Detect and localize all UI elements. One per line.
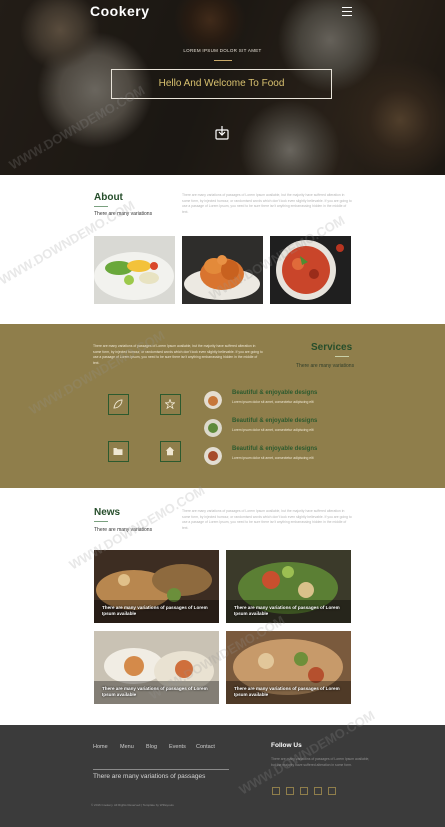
service-folder-icon[interactable] — [108, 441, 129, 462]
service-item-title[interactable]: Beautiful & enjoyable designs — [232, 446, 317, 452]
about-paragraph: There are many variations of passages of… — [182, 193, 352, 214]
news-card-caption: There are many variations of passages of… — [234, 605, 340, 616]
download-arrow-icon[interactable] — [215, 126, 229, 140]
news-title-underline — [94, 521, 108, 522]
footer-nav-home[interactable]: Home — [93, 744, 108, 750]
rss-icon[interactable] — [328, 787, 336, 795]
about-photo-salad — [94, 236, 175, 304]
service-leaf-icon[interactable] — [108, 394, 129, 415]
services-subtitle: There are many variations — [296, 363, 355, 369]
service-item-title[interactable]: Beautiful & enjoyable designs — [232, 418, 317, 424]
service-item-thumbnail — [204, 391, 222, 409]
hero-banner: Cookery LOREM IPSUM DOLOR SIT AMET Hello… — [0, 0, 445, 175]
service-star-icon[interactable] — [160, 394, 181, 415]
footer-tagline: There are many variations of passages — [93, 773, 206, 780]
news-title: News — [94, 507, 121, 518]
about-title-underline — [94, 206, 108, 207]
hero-divider — [214, 60, 232, 61]
footer-nav-contact[interactable]: Contact — [196, 744, 215, 750]
service-item-thumbnail — [204, 419, 222, 437]
facebook-icon[interactable] — [272, 787, 280, 795]
copyright-text: © 2016 Cookery. All Rights Reserved | Te… — [91, 803, 174, 807]
footer-divider — [93, 769, 229, 770]
services-title-underline — [335, 356, 349, 357]
news-paragraph: There are many variations of passages of… — [182, 509, 352, 530]
footer-nav-blog[interactable]: Blog — [146, 744, 157, 750]
about-title: About — [94, 192, 123, 203]
service-item-thumbnail — [204, 447, 222, 465]
news-card-caption: There are many variations of passages of… — [102, 605, 208, 616]
service-item-title[interactable]: Beautiful & enjoyable designs — [232, 390, 317, 396]
google-plus-icon[interactable] — [300, 787, 308, 795]
footer-nav-events[interactable]: Events — [169, 744, 186, 750]
news-card[interactable]: There are many variations of passages of… — [94, 550, 219, 623]
pinterest-icon[interactable] — [314, 787, 322, 795]
news-card-caption: There are many variations of passages of… — [234, 686, 340, 697]
footer-nav-menu[interactable]: Menu — [120, 744, 134, 750]
hamburger-menu-icon[interactable] — [342, 7, 352, 16]
hero-subtitle: LOREM IPSUM DOLOR SIT AMET — [183, 48, 262, 53]
service-item-text: Lorem ipsum dolor sit amet, consectetur … — [232, 400, 314, 404]
footer — [0, 725, 445, 827]
service-item-text: Lorem ipsum dolor sit amet, consectetur … — [232, 456, 314, 460]
services-title: Services — [311, 342, 353, 353]
site-logo[interactable]: Cookery — [90, 3, 150, 19]
news-card[interactable]: There are many variations of passages of… — [226, 550, 351, 623]
twitter-icon[interactable] — [286, 787, 294, 795]
service-home-icon[interactable] — [160, 441, 181, 462]
service-item-text: Lorem ipsum dolor sit amet, consectetur … — [232, 428, 314, 432]
